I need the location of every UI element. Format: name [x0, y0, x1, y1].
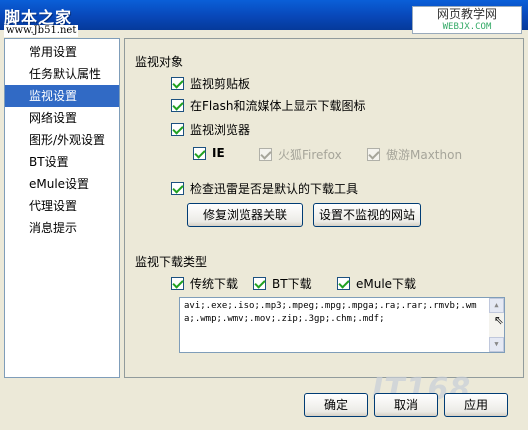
sidebar-item-monitor[interactable]: 监视设置 — [5, 85, 119, 107]
bt-label: BT下载 — [272, 277, 312, 291]
traditional-label: 传统下载 — [190, 277, 239, 291]
exclude-sites-button[interactable]: 设置不监视的网站 — [313, 203, 421, 227]
watermark-right-2: WEBJX.COM — [442, 22, 492, 32]
monitor-group-title: 监视对象 — [135, 55, 184, 69]
apply-button[interactable]: 应用 — [444, 393, 508, 417]
ie-label: IE — [212, 146, 225, 160]
watermark-logo: 网页教学网 WEBJX.COM — [412, 6, 522, 34]
browser-option[interactable]: 监视浏览器 — [171, 121, 250, 138]
extensions-textarea[interactable]: avi;.exe;.iso;.mp3;.mpeg;.mpg;.mpga;.ra;… — [179, 297, 505, 353]
flash-checkbox[interactable] — [171, 99, 184, 112]
sidebar-item-bt[interactable]: BT设置 — [5, 151, 119, 173]
emule-option[interactable]: eMule下载 — [337, 275, 416, 292]
title-bar: 脚本之家 网页教学网 WEBJX.COM — [0, 0, 528, 34]
sidebar-item-network[interactable]: 网络设置 — [5, 107, 119, 129]
extensions-scrollbar[interactable]: ▲ ⇖ ▼ — [489, 298, 504, 352]
monitor-settings-panel: 监视对象 监视剪贴板 在Flash和流媒体上显示下载图标 监视浏览器 IE 火狐… — [124, 38, 524, 378]
clipboard-option[interactable]: 监视剪贴板 — [171, 75, 250, 92]
cancel-button[interactable]: 取消 — [374, 393, 438, 417]
ie-checkbox[interactable] — [193, 146, 206, 160]
ie-option[interactable]: IE — [193, 146, 225, 160]
browser-checkbox[interactable] — [171, 123, 184, 136]
sidebar-item-proxy[interactable]: 代理设置 — [5, 195, 119, 217]
maxthon-label: 傲游Maxthon — [386, 148, 463, 162]
flash-option[interactable]: 在Flash和流媒体上显示下载图标 — [171, 97, 365, 114]
traditional-checkbox[interactable] — [171, 277, 184, 290]
watermark-right-1: 网页教学网 — [436, 7, 497, 21]
watermark-url: www.Jb51.net — [4, 25, 79, 37]
extensions-text: avi;.exe;.iso;.mp3;.mpeg;.mpg;.mpga;.ra;… — [184, 301, 477, 324]
default-tool-checkbox[interactable] — [171, 182, 184, 195]
browser-label: 监视浏览器 — [190, 123, 251, 137]
sidebar-item-notifications[interactable]: 消息提示 — [5, 217, 119, 239]
flash-label: 在Flash和流媒体上显示下载图标 — [190, 99, 366, 113]
bt-checkbox[interactable] — [253, 277, 266, 290]
default-tool-option[interactable]: 检查迅雷是否是默认的下载工具 — [171, 180, 358, 197]
scroll-down-icon[interactable]: ▼ — [489, 337, 504, 352]
firefox-label: 火狐Firefox — [278, 148, 342, 162]
maxthon-checkbox — [367, 148, 380, 161]
sidebar-item-emule[interactable]: eMule设置 — [5, 173, 119, 195]
sidebar-item-general[interactable]: 常用设置 — [5, 41, 119, 63]
clipboard-label: 监视剪贴板 — [190, 77, 251, 91]
sidebar-item-task-defaults[interactable]: 任务默认属性 — [5, 63, 119, 85]
sidebar-item-appearance[interactable]: 图形/外观设置 — [5, 129, 119, 151]
settings-sidebar: 常用设置 任务默认属性 监视设置 网络设置 图形/外观设置 BT设置 eMule… — [4, 38, 120, 378]
firefox-option: 火狐Firefox — [259, 146, 342, 163]
traditional-option[interactable]: 传统下载 — [171, 275, 238, 292]
maxthon-option: 傲游Maxthon — [367, 146, 462, 163]
repair-browser-button[interactable]: 修复浏览器关联 — [187, 203, 303, 227]
emule-checkbox[interactable] — [337, 277, 350, 290]
clipboard-checkbox[interactable] — [171, 77, 184, 90]
firefox-checkbox — [259, 148, 272, 161]
default-tool-label: 检查迅雷是否是默认的下载工具 — [190, 182, 359, 196]
mouse-cursor-icon: ⇖ — [494, 309, 504, 328]
ok-button[interactable]: 确定 — [304, 393, 368, 417]
bt-option[interactable]: BT下载 — [253, 275, 312, 292]
emule-label: eMule下载 — [356, 277, 417, 291]
types-group-title: 监视下载类型 — [135, 255, 208, 269]
